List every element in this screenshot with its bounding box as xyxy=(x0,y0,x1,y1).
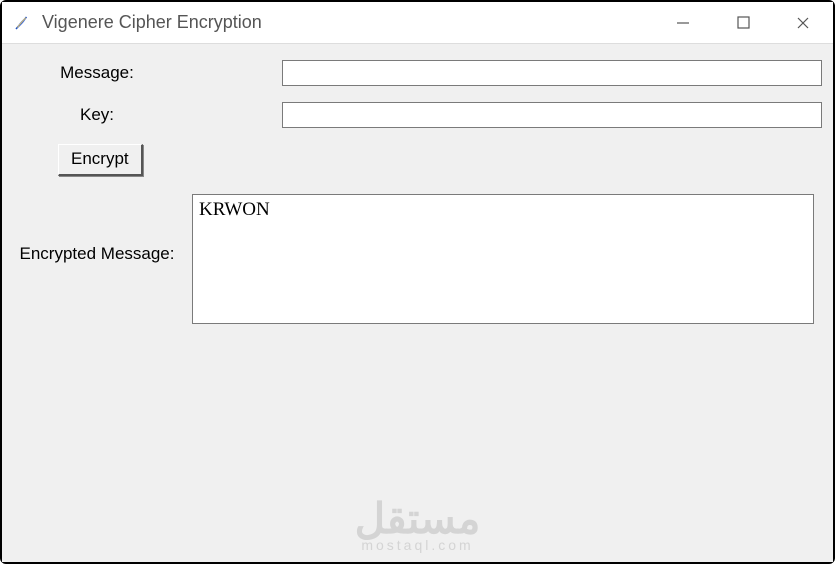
app-window: Vigenere Cipher Encryption Message: Key:… xyxy=(0,0,835,564)
message-input[interactable] xyxy=(282,60,822,86)
minimize-button[interactable] xyxy=(653,2,713,44)
key-input[interactable] xyxy=(282,102,822,128)
encrypt-button-wrap: Encrypt xyxy=(58,144,143,176)
label-encrypted: Encrypted Message: xyxy=(2,194,192,324)
label-key: Key: xyxy=(2,105,192,125)
watermark-sub: mostaql.com xyxy=(355,538,481,552)
encrypt-button[interactable]: Encrypt xyxy=(58,144,143,176)
label-message: Message: xyxy=(2,63,192,83)
row-message: Message: xyxy=(2,58,833,88)
row-key: Key: xyxy=(2,100,833,130)
close-button[interactable] xyxy=(773,2,833,44)
python-feather-icon xyxy=(12,13,32,33)
watermark: مستقل mostaql.com xyxy=(355,498,481,552)
maximize-button[interactable] xyxy=(713,2,773,44)
encrypted-output[interactable]: KRWON xyxy=(192,194,814,324)
watermark-brand: مستقل xyxy=(355,498,481,540)
row-output: Encrypted Message: KRWON xyxy=(2,194,833,324)
client-area: Message: Key: Encrypt Encrypted Message:… xyxy=(2,44,833,562)
window-title: Vigenere Cipher Encryption xyxy=(42,12,262,33)
titlebar: Vigenere Cipher Encryption xyxy=(2,2,833,44)
